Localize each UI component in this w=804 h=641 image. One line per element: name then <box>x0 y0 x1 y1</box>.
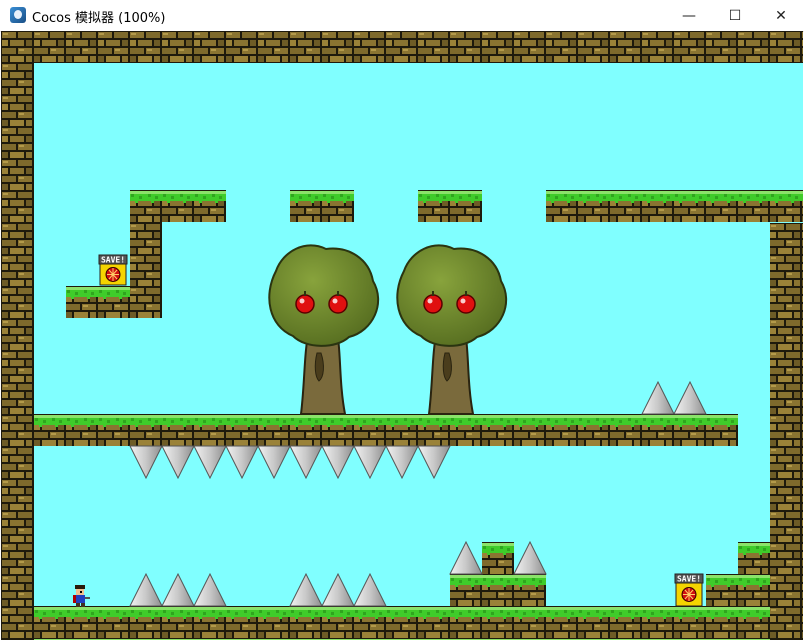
platform-top-mid-1 <box>290 190 354 222</box>
game-canvas[interactable]: SAVE! SAVE! <box>1 31 803 640</box>
window-titlebar: Cocos 模拟器 (100%) — ☐ ✕ <box>0 0 804 32</box>
close-button[interactable]: ✕ <box>758 0 804 31</box>
save-label: SAVE! <box>677 575 701 584</box>
brick-column-left <box>130 222 162 318</box>
platform-save-ledge <box>66 286 130 318</box>
platform-top-left <box>130 190 226 222</box>
apple <box>423 294 443 314</box>
maximize-button[interactable]: ☐ <box>712 0 758 31</box>
apple <box>295 294 315 314</box>
minimize-button[interactable]: — <box>666 0 712 31</box>
save-point-lower[interactable]: SAVE! <box>674 573 704 607</box>
sky-background <box>1 31 803 640</box>
platform-top-right <box>546 190 803 222</box>
window-title: Cocos 模拟器 (100%) <box>32 11 166 26</box>
cocos-simulator-icon <box>10 7 26 23</box>
apple <box>328 294 348 314</box>
apple <box>456 294 476 314</box>
platform-top-mid-2 <box>418 190 482 222</box>
save-label: SAVE! <box>101 256 125 265</box>
middle-floor <box>34 414 738 446</box>
save-point-upper[interactable]: SAVE! <box>98 254 128 286</box>
